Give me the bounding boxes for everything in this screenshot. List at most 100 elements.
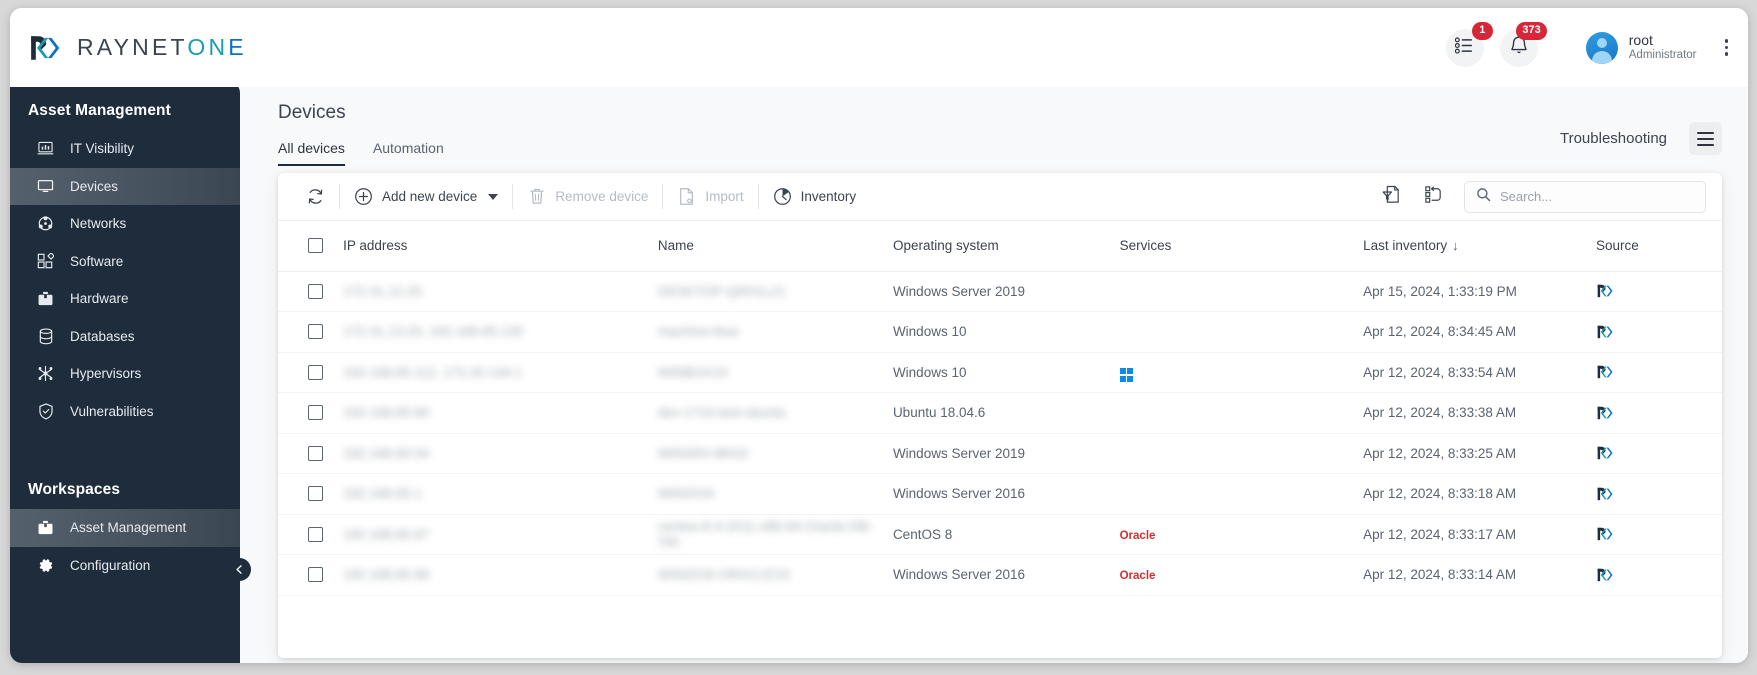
user-role: Administrator (1628, 48, 1697, 61)
row-checkbox[interactable] (308, 324, 323, 340)
monitor-chart-icon (37, 140, 54, 157)
sort-descending-icon: ↓ (1452, 238, 1459, 254)
cell-services (1119, 352, 1364, 393)
tab-all-devices[interactable]: All devices (278, 140, 345, 166)
filter-button[interactable] (1380, 185, 1402, 208)
sidebar: Asset Management IT Visibility Devices N… (10, 80, 251, 663)
cell-name: dev-1710-test-ubuntu (657, 392, 893, 434)
cell-source (1596, 433, 1722, 474)
row-checkbox[interactable] (308, 567, 323, 583)
brand-name-accent-first: ON (187, 34, 229, 60)
row-select-cell (278, 514, 344, 555)
column-header-last-inventory[interactable]: Last inventory ↓ (1363, 221, 1597, 272)
sidebar-item-databases[interactable]: Databases (10, 318, 240, 356)
cell-source (1596, 271, 1722, 312)
search-icon (1476, 187, 1491, 207)
cell-operating-system: Windows Server 2019 (892, 433, 1120, 474)
table-row[interactable]: 192.168.65.112, 172.20.144.1 WINBOX10 Wind… (278, 352, 1722, 393)
table-row[interactable]: 172.31.13.20, 192.168.65.130 machine-blue… (278, 311, 1722, 353)
sidebar-workspace-configuration[interactable]: Configuration (10, 547, 240, 585)
column-config-button[interactable] (1422, 185, 1444, 208)
row-select-cell (278, 392, 344, 434)
import-label: Import (705, 189, 744, 204)
refresh-button[interactable] (292, 173, 339, 221)
column-header-source[interactable]: Source (1596, 221, 1722, 272)
sidebar-item-label: Devices (70, 178, 119, 194)
table-row[interactable]: 192.168.65.1 WIN2016 Windows Server 2016 Ap… (278, 473, 1722, 515)
hamburger-menu-icon[interactable] (1689, 122, 1722, 155)
sidebar-item-it-visibility[interactable]: IT Visibility (10, 130, 240, 168)
column-header-ip-address[interactable]: IP address (343, 221, 658, 272)
sidebar-item-networks[interactable]: Networks (10, 205, 240, 243)
redacted-ip-address: 172.31.12.25 (343, 283, 422, 299)
row-checkbox[interactable] (308, 445, 323, 461)
remove-device-button[interactable]: Remove device (513, 173, 662, 221)
column-header-name[interactable]: Name (657, 221, 893, 272)
trash-icon (527, 187, 546, 206)
sidebar-item-software[interactable]: Software (10, 243, 240, 281)
sidebar-workspace-asset-management[interactable]: Asset Management (10, 509, 240, 547)
sidebar-item-vulnerabilities[interactable]: Vulnerabilities (10, 393, 240, 431)
notifications-button[interactable]: 373 (1499, 21, 1547, 67)
row-checkbox[interactable] (308, 364, 323, 380)
cell-operating-system: CentOS 8 (892, 514, 1120, 555)
page-tabs: All devices Automation (278, 140, 1748, 166)
brand-name-main: RAYNET (77, 34, 188, 60)
select-all-checkbox[interactable] (308, 238, 323, 254)
cell-last-inventory: Apr 12, 2024, 8:34:45 AM (1363, 311, 1597, 353)
vertical-dots-icon[interactable] (1724, 39, 1728, 56)
import-button[interactable]: Import (663, 173, 757, 221)
redacted-ip-address: 192.168.65.54 (343, 445, 430, 461)
cell-ip-address: 192.168.65.54 (343, 433, 658, 474)
cell-ip-address: 192.168.65.80 (343, 392, 658, 434)
devices-table-card: Add new device Remove device Import Inve… (278, 173, 1722, 658)
cell-operating-system: Windows Server 2016 (892, 473, 1120, 515)
table-row[interactable]: 172.31.12.25 DESKTOP-QRA1L21 Windows Serve… (278, 271, 1722, 312)
brand-logo[interactable]: RAYNETONE (28, 33, 247, 63)
troubleshooting-link[interactable]: Troubleshooting (1560, 130, 1667, 147)
cell-services (1119, 311, 1364, 353)
add-new-device-button[interactable]: Add new device (340, 173, 512, 221)
task-list-button[interactable]: 1 (1445, 21, 1493, 67)
sidebar-item-label: Hypervisors (70, 366, 142, 382)
column-header-operating-system[interactable]: Operating system (892, 221, 1120, 272)
sidebar-collapse-button[interactable] (228, 558, 251, 581)
search-box[interactable] (1464, 180, 1706, 213)
row-checkbox[interactable] (308, 405, 323, 421)
cell-last-inventory: Apr 12, 2024, 8:33:54 AM (1363, 352, 1597, 393)
search-input[interactable] (1500, 189, 1694, 204)
inventory-button[interactable]: Inventory (759, 173, 871, 221)
table-row[interactable]: 192.168.65.54 WINSRV-BK02 Windows Server 2… (278, 433, 1722, 474)
sidebar-item-hardware[interactable]: Hardware (10, 280, 240, 318)
toolbar-right-actions (1380, 180, 1712, 213)
redacted-name: WIN2016 (657, 486, 715, 502)
header-actions: 1 373 root Administrator (1430, 8, 1748, 87)
table-row[interactable]: 192.168.65.67 centos-8-4-2011-x86-64-Orac… (278, 514, 1722, 555)
hypervisor-icon (37, 365, 54, 382)
raynet-source-icon (1596, 283, 1722, 299)
tab-automation[interactable]: Automation (373, 140, 444, 166)
cell-services (1119, 473, 1364, 515)
cell-ip-address: 192.168.65.112, 172.20.144.1 (343, 352, 658, 393)
sidebar-workspace-label: Configuration (70, 557, 151, 573)
redacted-name: DESKTOP-QRA1L21 (657, 283, 786, 299)
cell-name: WINSRV-BK02 (657, 433, 893, 474)
user-menu[interactable]: root Administrator (1585, 31, 1697, 64)
cell-ip-address: 192.168.65.67 (343, 514, 658, 555)
chevron-down-icon[interactable] (488, 193, 499, 200)
table-row[interactable]: 192.168.65.66 WIN2016-ORACLE19 Windows Ser… (278, 554, 1722, 596)
row-checkbox[interactable] (308, 486, 323, 502)
devices-table: IP address Name Operating system Service… (278, 221, 1722, 596)
sidebar-item-devices[interactable]: Devices (10, 167, 240, 205)
row-checkbox[interactable] (308, 526, 323, 542)
row-checkbox[interactable] (308, 283, 323, 299)
sidebar-item-hypervisors[interactable]: Hypervisors (10, 355, 240, 393)
refresh-icon (306, 187, 325, 206)
cell-services (1119, 433, 1364, 474)
cell-operating-system: Ubuntu 18.04.6 (892, 392, 1120, 434)
table-header: IP address Name Operating system Service… (278, 221, 1722, 272)
column-header-services[interactable]: Services (1119, 221, 1364, 272)
cell-services: Oracle (1119, 554, 1364, 596)
table-row[interactable]: 192.168.65.80 dev-1710-test-ubuntu Ubuntu … (278, 392, 1722, 434)
sidebar-item-label: Vulnerabilities (70, 403, 154, 419)
